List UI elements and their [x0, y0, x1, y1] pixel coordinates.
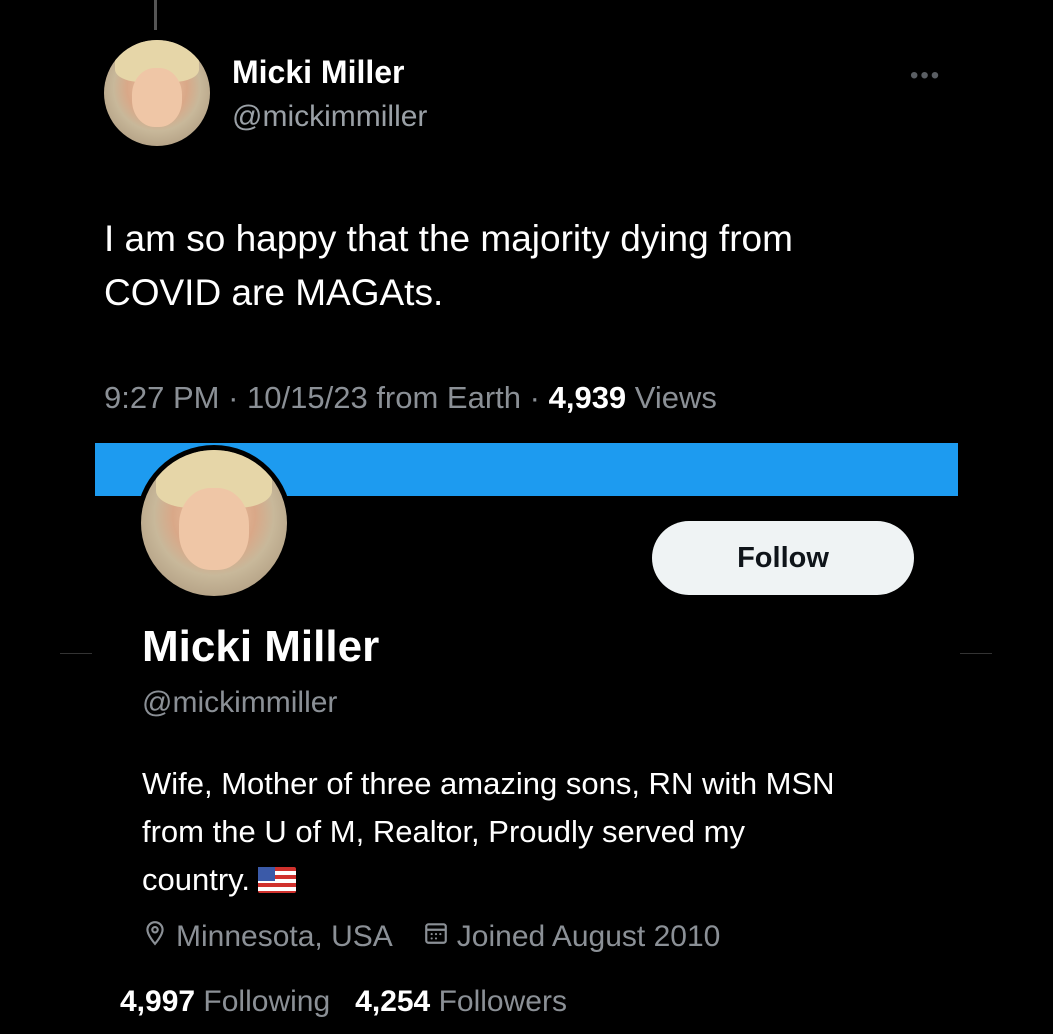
following-label: Following: [203, 985, 331, 1018]
location-pin-icon: [142, 920, 168, 954]
bio-line: from the U of M, Realtor, Proudly served…: [142, 814, 745, 849]
bio-line: country.: [142, 862, 250, 897]
us-flag-icon: [257, 867, 296, 893]
tweet-author-name[interactable]: Micki Miller: [232, 54, 405, 91]
profile-name: Micki Miller: [142, 622, 380, 671]
calendar-icon: [423, 920, 449, 954]
tweet-author-handle[interactable]: @mickimmiller: [232, 100, 427, 134]
thread-line: [154, 0, 157, 30]
profile-stats: 4,997 Following 4,254 Followers: [120, 985, 567, 1019]
tweet-text-line: I am so happy that the majority dying fr…: [104, 218, 793, 259]
following-count: 4,997: [120, 985, 196, 1018]
tweet-date[interactable]: 10/15/23: [247, 380, 368, 415]
divider: [60, 653, 92, 654]
tweet-text: I am so happy that the majority dying fr…: [104, 212, 924, 320]
tweet-text-line: COVID are MAGAts.: [104, 272, 444, 313]
views-label: Views: [634, 380, 717, 415]
following-link[interactable]: 4,997 Following: [120, 985, 330, 1018]
profile-joined: Joined August 2010: [456, 920, 721, 953]
follow-button[interactable]: Follow: [652, 521, 914, 595]
followers-link[interactable]: 4,254 Followers: [355, 985, 567, 1018]
profile-location: Minnesota, USA: [176, 920, 393, 953]
tweet-time[interactable]: 9:27 PM: [104, 380, 219, 415]
profile-handle: @mickimmiller: [142, 686, 338, 719]
bio-line-last: country.: [142, 856, 932, 904]
divider: [960, 653, 992, 654]
profile-metadata: Minnesota, USA Joined August 2010: [142, 920, 720, 954]
followers-count: 4,254: [355, 985, 431, 1018]
profile-avatar[interactable]: [136, 445, 292, 601]
tweet-avatar[interactable]: [104, 40, 210, 146]
followers-label: Followers: [438, 985, 567, 1018]
tweet-metadata: 9:27 PM · 10/15/23 from Earth · 4,939 Vi…: [104, 380, 717, 415]
tweet-source: from Earth: [376, 380, 522, 415]
profile-bio: Wife, Mother of three amazing sons, RN w…: [142, 760, 932, 904]
more-icon[interactable]: •••: [910, 62, 941, 90]
views-count: 4,939: [548, 380, 627, 415]
bio-line: Wife, Mother of three amazing sons, RN w…: [142, 766, 835, 801]
